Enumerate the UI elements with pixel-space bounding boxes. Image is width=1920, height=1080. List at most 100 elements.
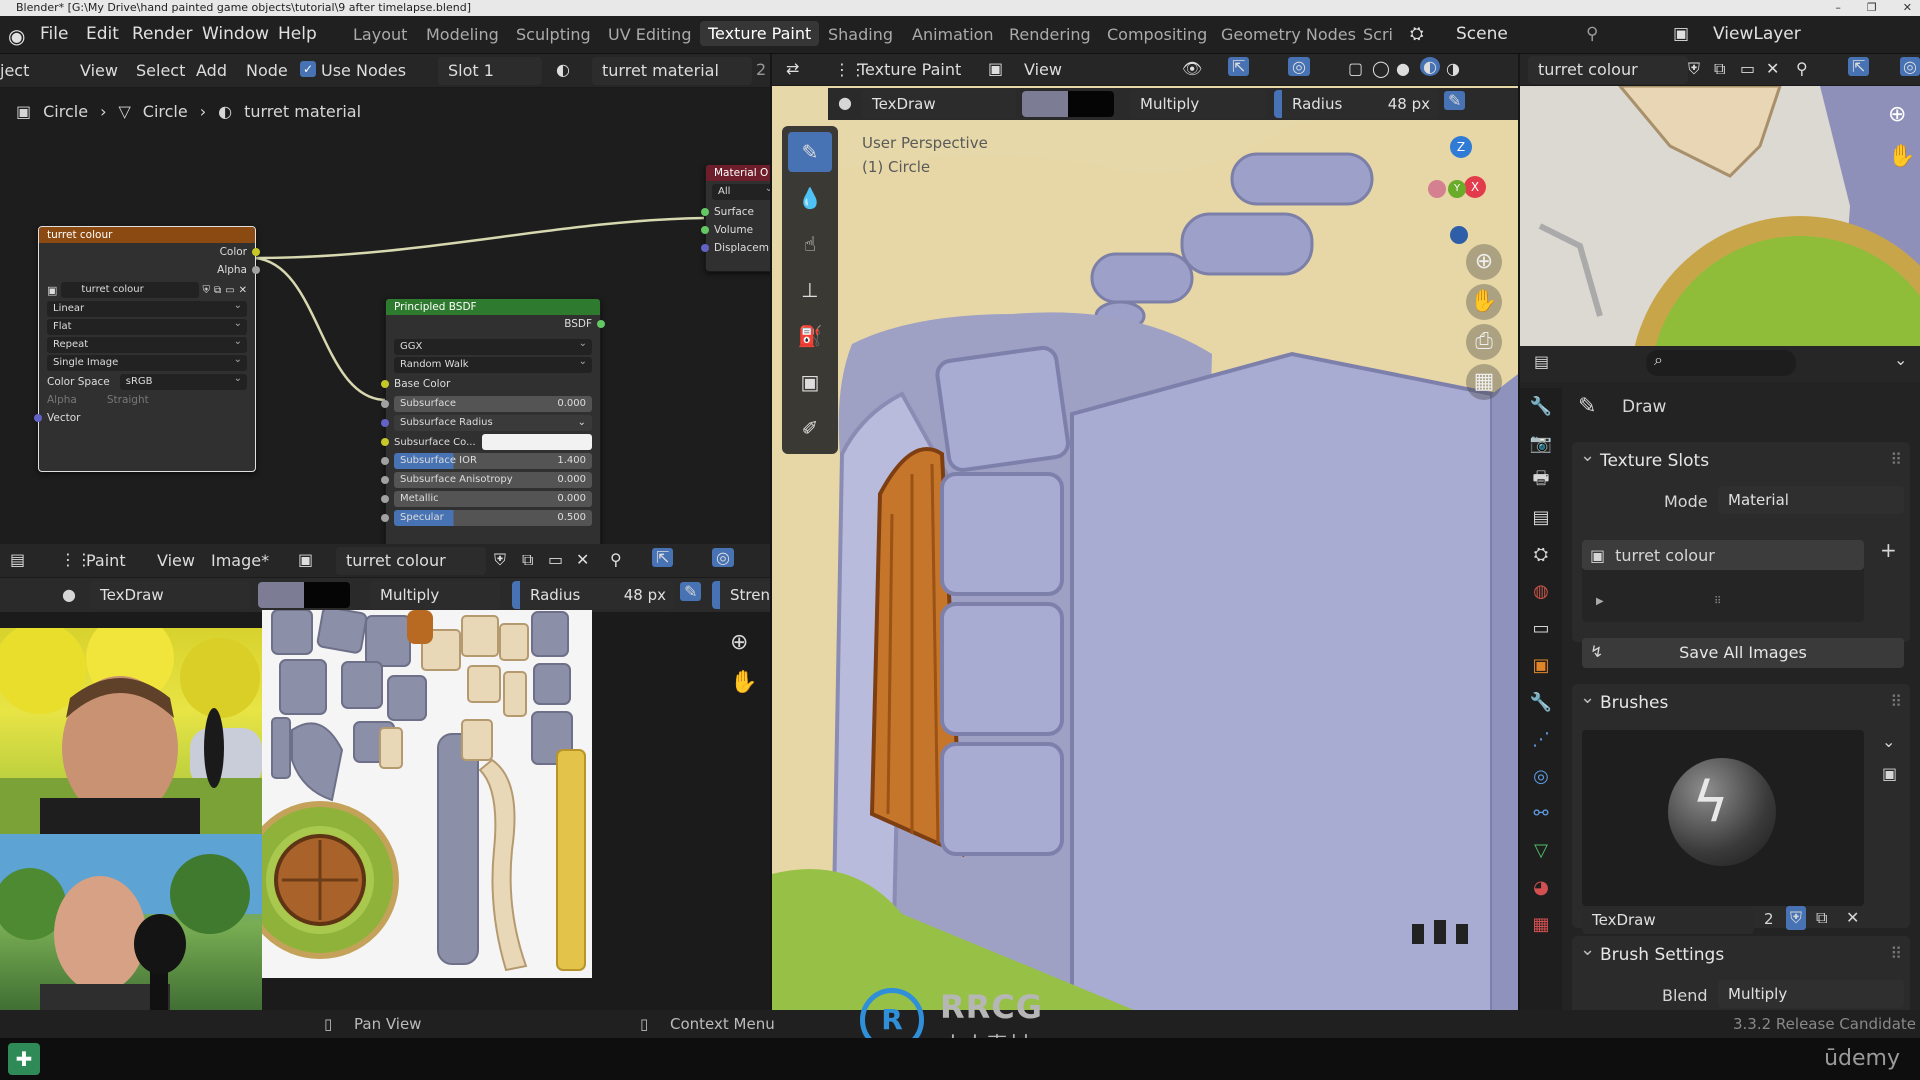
- duplicate-icon[interactable]: ⧉: [214, 285, 221, 296]
- subsurface-anisotropy-field[interactable]: Subsurface Anisotropy 0.000: [381, 472, 592, 488]
- target-dropdown[interactable]: All: [712, 181, 770, 200]
- overlay-icon[interactable]: ◎: [1288, 57, 1310, 76]
- collection-tab-icon[interactable]: ▭: [1520, 610, 1562, 647]
- brushes-header[interactable]: Brushes: [1572, 679, 1910, 722]
- editor-type-icon[interactable]: ⇄: [786, 59, 799, 78]
- image-name-field[interactable]: turret colour: [1528, 56, 1688, 84]
- drag-handle-icon[interactable]: ⠿: [1890, 450, 1902, 469]
- zoom-icon[interactable]: ⊕: [1888, 102, 1906, 127]
- tab-animation[interactable]: Animation: [912, 25, 994, 44]
- folder-icon[interactable]: ▭: [1740, 59, 1755, 78]
- primary-color-swatch[interactable]: [1022, 91, 1068, 117]
- image-texture-node[interactable]: turret colour Color Alpha ▣ turret colou…: [34, 226, 260, 472]
- pin-icon[interactable]: ⚲: [1796, 59, 1808, 78]
- extension-dropdown[interactable]: Repeat: [47, 334, 247, 353]
- distribution-dropdown[interactable]: GGX: [394, 336, 592, 355]
- metallic-field[interactable]: Metallic 0.000: [381, 491, 592, 507]
- fill-tool-icon[interactable]: ⛽: [788, 316, 832, 356]
- minimize-icon[interactable]: –: [1835, 0, 1841, 16]
- folder-icon[interactable]: ▭: [225, 285, 234, 296]
- texture-tab-icon[interactable]: ▦: [1520, 906, 1562, 943]
- image-browse-icon[interactable]: ▣: [47, 284, 57, 297]
- gizmo-x-axis[interactable]: X: [1464, 176, 1486, 198]
- rendered-shading-icon[interactable]: ◑: [1446, 59, 1460, 78]
- texture-slot-item[interactable]: ▣ turret colour: [1582, 540, 1864, 570]
- texture-slots-header[interactable]: Texture Slots: [1572, 437, 1910, 480]
- image-name-field[interactable]: turret colour: [336, 547, 486, 575]
- close-icon[interactable]: ✕: [1766, 59, 1779, 78]
- sss-method-dropdown[interactable]: Random Walk: [394, 354, 592, 373]
- drag-handle-icon[interactable]: ⠿: [1890, 692, 1902, 711]
- shield-icon[interactable]: ⛨: [494, 550, 506, 570]
- editor-type-icon[interactable]: ▤: [1534, 352, 1549, 371]
- clone-tool-icon[interactable]: ⊥: [788, 270, 832, 310]
- save-all-images-button[interactable]: Save All Images: [1582, 638, 1904, 668]
- search-icon[interactable]: ⌕: [1646, 350, 1796, 376]
- pressure-icon[interactable]: ✎: [680, 582, 702, 601]
- constraints-tab-icon[interactable]: ⚯: [1520, 795, 1562, 832]
- smear-tool-icon[interactable]: ☝: [788, 224, 832, 264]
- subsurface-field[interactable]: Subsurface 0.000: [381, 396, 592, 412]
- mode-dropdown[interactable]: Material: [1718, 486, 1904, 514]
- menu-view[interactable]: View: [157, 551, 195, 570]
- color-space-dropdown[interactable]: sRGB: [119, 371, 247, 390]
- expand-triangle-icon[interactable]: ▶: [1596, 596, 1604, 607]
- secondary-color-swatch[interactable]: [1068, 91, 1114, 117]
- shader-node-editor[interactable]: ject View Select Add Node ✓ Use Nodes Sl…: [0, 54, 770, 544]
- material-output-node[interactable]: Material O All Surface Volume Displacem: [701, 164, 770, 272]
- radius-field[interactable]: Radius 48 px: [512, 581, 674, 609]
- shield-icon[interactable]: ⛨: [1688, 59, 1700, 79]
- menu-render[interactable]: Render: [132, 24, 193, 44]
- tab-modeling[interactable]: Modeling: [426, 25, 499, 44]
- chevron-down-icon[interactable]: ⌄: [1894, 350, 1907, 369]
- source-dropdown[interactable]: Single Image: [47, 352, 247, 371]
- maximize-icon[interactable]: ❐: [1867, 0, 1877, 16]
- gizmo-neg-x[interactable]: [1428, 180, 1446, 198]
- modifier-tab-icon[interactable]: 🔧: [1520, 684, 1562, 721]
- tab-geometry-nodes[interactable]: Geometry Nodes: [1221, 25, 1356, 44]
- zoom-icon[interactable]: ⊕: [730, 630, 748, 655]
- viewlayer-name[interactable]: ViewLayer: [1713, 24, 1801, 44]
- gizmo-toggle-icon[interactable]: ⇱: [1228, 57, 1250, 76]
- pressure-icon[interactable]: ✎: [1444, 91, 1466, 110]
- menu-window[interactable]: Window: [202, 24, 269, 44]
- view-layer-tab-icon[interactable]: ▤: [1520, 499, 1562, 536]
- draw-tool-icon[interactable]: ✎: [788, 132, 832, 172]
- image-icon[interactable]: ▣: [1882, 764, 1897, 783]
- overlay-icon[interactable]: ◎: [1900, 57, 1920, 76]
- tab-scripting[interactable]: Scri: [1363, 25, 1393, 44]
- interpolation-dropdown[interactable]: Linear: [47, 298, 247, 317]
- subsurface-radius-field[interactable]: Subsurface Radius ⌄: [381, 415, 592, 431]
- annotate-tool-icon[interactable]: ✐: [788, 408, 832, 448]
- close-icon[interactable]: ✕: [1903, 0, 1912, 16]
- overlay-icon[interactable]: ◎: [712, 548, 734, 567]
- solid-shading-icon[interactable]: ●: [1396, 59, 1410, 78]
- brush-name-field[interactable]: TexDraw: [1582, 906, 1754, 934]
- brush-settings-header[interactable]: Brush Settings: [1572, 931, 1910, 974]
- menu-view[interactable]: View: [1024, 60, 1062, 79]
- camera-icon[interactable]: ⎙: [1466, 324, 1502, 360]
- subsurface-ior-field[interactable]: Subsurface IOR 1.400: [381, 453, 592, 469]
- zoom-icon[interactable]: ⊕: [1466, 244, 1502, 280]
- world-tab-icon[interactable]: ◍: [1520, 573, 1562, 610]
- gizmo-neg-z[interactable]: [1450, 226, 1468, 244]
- tab-layout[interactable]: Layout: [353, 25, 407, 44]
- subsurface-color-swatch[interactable]: [481, 434, 592, 450]
- blend-dropdown[interactable]: Multiply: [370, 581, 500, 609]
- perspective-grid-icon[interactable]: ▦: [1466, 364, 1502, 400]
- image-name-field[interactable]: turret colour: [61, 282, 199, 298]
- chevron-down-icon[interactable]: ⌄: [1882, 732, 1895, 751]
- close-icon[interactable]: ✕: [576, 550, 589, 569]
- soften-tool-icon[interactable]: 💧: [788, 178, 832, 218]
- radius-field[interactable]: Radius 48 px: [1274, 90, 1438, 118]
- gizmo-z-axis[interactable]: Z: [1450, 136, 1472, 158]
- shield-icon[interactable]: ⛨: [203, 285, 211, 296]
- image-preview-editor[interactable]: turret colour ⛨ ⧉ ▭ ✕ ⚲ ⇱ ◎ ⊕ ✋: [1520, 54, 1920, 346]
- pin-icon[interactable]: ⚲: [1586, 24, 1598, 44]
- node-header[interactable]: turret colour: [39, 227, 255, 243]
- material-shading-icon[interactable]: ◐: [1420, 57, 1440, 76]
- physics-tab-icon[interactable]: ◎: [1520, 758, 1562, 795]
- image-selector[interactable]: ▣ turret colour ⛨ ⧉ ▭ ✕: [47, 281, 247, 299]
- drag-handle-icon[interactable]: ⠿: [1890, 944, 1902, 963]
- wireframe-shading-icon[interactable]: ◯: [1372, 59, 1390, 78]
